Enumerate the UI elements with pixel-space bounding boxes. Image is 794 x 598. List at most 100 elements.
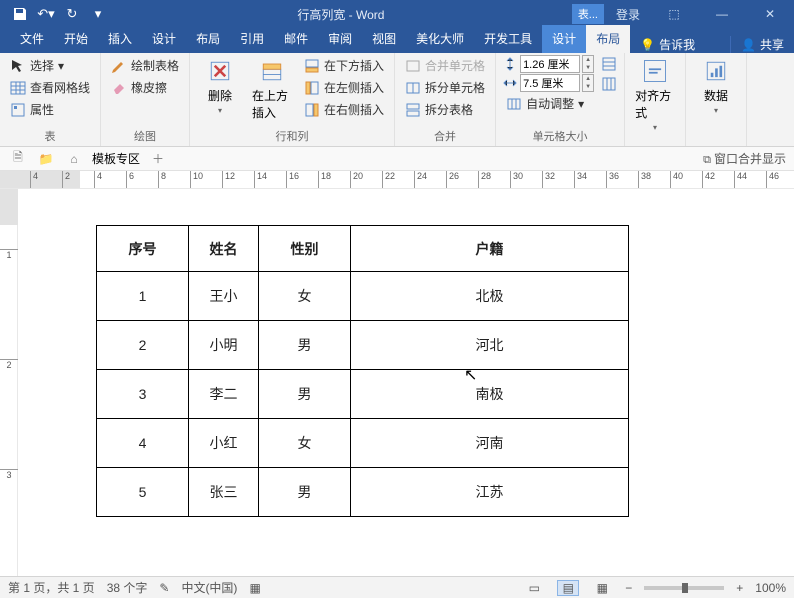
tab-file[interactable]: 文件 [10,25,54,53]
table-cell[interactable]: 男 [259,468,351,517]
ribbon: 选择 ▾ 查看网格线 属性 表 绘制表格 橡皮擦 绘图 删除▾ 在上方插入 在下… [0,53,794,147]
tell-me[interactable]: 💡告诉我 [630,36,705,53]
insert-left-button[interactable]: 在左侧插入 [300,77,388,98]
table-cell[interactable]: 2 [97,321,189,370]
undo-button[interactable]: ↶▾ [34,2,58,26]
table-cell[interactable]: 河南 [351,419,629,468]
new-doc-icon[interactable]: 🗎 [8,150,28,168]
row-height-field[interactable]: ▲▼ [502,55,594,73]
table-cell[interactable]: 女 [259,419,351,468]
tab-layout[interactable]: 布局 [186,25,230,53]
delete-button[interactable]: 删除▾ [196,55,244,117]
tab-beautify[interactable]: 美化大师 [406,25,474,53]
templates-label[interactable]: 模板专区 [92,150,140,167]
distribute-cols-button[interactable] [600,75,618,93]
zoom-in-button[interactable]: + [736,581,743,595]
redo-button[interactable]: ↻ [60,2,84,26]
table-cell[interactable]: 江苏 [351,468,629,517]
table-cell[interactable]: 南极 [351,370,629,419]
web-layout-button[interactable]: ▦ [591,580,613,596]
spellcheck-icon[interactable]: ✎ [159,581,169,595]
group-cellsize: ▲▼ ▲▼ 自动调整 ▾ 单元格大小 [496,53,625,146]
group-draw: 绘制表格 橡皮擦 绘图 [101,53,190,146]
save-button[interactable] [8,2,32,26]
table-cell[interactable]: 4 [97,419,189,468]
select-button[interactable]: 选择 ▾ [6,55,94,76]
insert-right-button[interactable]: 在右侧插入 [300,99,388,120]
page-count[interactable]: 第 1 页，共 1 页 [8,579,95,596]
home-icon[interactable]: ⌂ [64,150,84,168]
distribute-rows-button[interactable] [600,55,618,73]
table-row[interactable]: 2小明男河北 [97,321,629,370]
add-tab-button[interactable]: ＋ [148,150,168,168]
col-header[interactable]: 户籍 [351,226,629,272]
zoom-level[interactable]: 100% [755,581,786,595]
alignment-button[interactable]: 对齐方式▾ [631,55,679,134]
table-cell[interactable]: 小红 [189,419,259,468]
macro-icon[interactable]: ▦ [249,581,260,595]
col-width-field[interactable]: ▲▼ [502,74,594,92]
ribbon-options-button[interactable]: ⬚ [652,0,696,28]
document-area: 123 序号 姓名 性别 户籍 1王小女北极2小明男河北3李二男南极4小红女河南… [0,189,794,576]
tab-references[interactable]: 引用 [230,25,274,53]
ruler-vertical[interactable]: 123 [0,189,18,576]
minimize-button[interactable]: — [700,0,744,28]
open-folder-icon[interactable]: 📁 [36,150,56,168]
insert-below-button[interactable]: 在下方插入 [300,55,388,76]
bulb-icon: 💡 [640,38,655,52]
zoom-slider[interactable] [644,586,724,590]
data-button[interactable]: 数据▾ [692,55,740,117]
table-cell[interactable]: 女 [259,272,351,321]
table-row[interactable]: 4小红女河南 [97,419,629,468]
print-layout-button[interactable]: ▤ [557,580,579,596]
table-cell[interactable]: 1 [97,272,189,321]
table-cell[interactable]: 河北 [351,321,629,370]
tab-mailings[interactable]: 邮件 [274,25,318,53]
col-header[interactable]: 性别 [259,226,351,272]
table-cell[interactable]: 李二 [189,370,259,419]
split-cells-button[interactable]: 拆分单元格 [401,77,489,98]
document-table[interactable]: 序号 姓名 性别 户籍 1王小女北极2小明男河北3李二男南极4小红女河南5张三男… [96,225,629,517]
draw-table-button[interactable]: 绘制表格 [107,55,183,76]
table-cell[interactable]: 王小 [189,272,259,321]
document-page[interactable]: 序号 姓名 性别 户籍 1王小女北极2小明男河北3李二男南极4小红女河南5张三男… [18,189,794,576]
tab-view[interactable]: 视图 [362,25,406,53]
merge-cells-button[interactable]: 合并单元格 [401,55,489,76]
table-cell[interactable]: 男 [259,370,351,419]
insert-above-button[interactable]: 在上方插入 [248,55,296,123]
table-cell[interactable]: 5 [97,468,189,517]
table-row[interactable]: 3李二男南极 [97,370,629,419]
merge-display-icon[interactable]: ⧉ 窗口合并显示 [703,150,786,167]
col-header[interactable]: 姓名 [189,226,259,272]
eraser-button[interactable]: 橡皮擦 [107,77,183,98]
view-gridlines-button[interactable]: 查看网格线 [6,77,94,98]
table-cell[interactable]: 男 [259,321,351,370]
table-cell[interactable]: 小明 [189,321,259,370]
login-link[interactable]: 登录 [608,6,648,23]
share-button[interactable]: 👤共享 [730,36,794,53]
ruler-horizontal[interactable]: 4246810121416182022242628303234363840424… [0,171,794,189]
split-table-button[interactable]: 拆分表格 [401,99,489,120]
read-mode-button[interactable]: ▭ [523,580,545,596]
language[interactable]: 中文(中国) [181,579,237,596]
close-button[interactable]: ✕ [748,0,792,28]
tab-review[interactable]: 审阅 [318,25,362,53]
tab-table-layout[interactable]: 布局 [586,25,630,53]
person-icon: 👤 [741,38,756,52]
tab-home[interactable]: 开始 [54,25,98,53]
table-cell[interactable]: 张三 [189,468,259,517]
table-row[interactable]: 5张三男江苏 [97,468,629,517]
qat-more[interactable]: ▾ [86,2,110,26]
properties-button[interactable]: 属性 [6,99,94,120]
table-cell[interactable]: 北极 [351,272,629,321]
autofit-button[interactable]: 自动调整 ▾ [502,93,594,114]
table-row[interactable]: 1王小女北极 [97,272,629,321]
tab-insert[interactable]: 插入 [98,25,142,53]
word-count[interactable]: 38 个字 [107,579,148,596]
tab-design[interactable]: 设计 [142,25,186,53]
zoom-out-button[interactable]: − [625,581,632,595]
tab-devtools[interactable]: 开发工具 [474,25,542,53]
tab-table-design[interactable]: 设计 [542,25,586,53]
table-cell[interactable]: 3 [97,370,189,419]
col-header[interactable]: 序号 [97,226,189,272]
